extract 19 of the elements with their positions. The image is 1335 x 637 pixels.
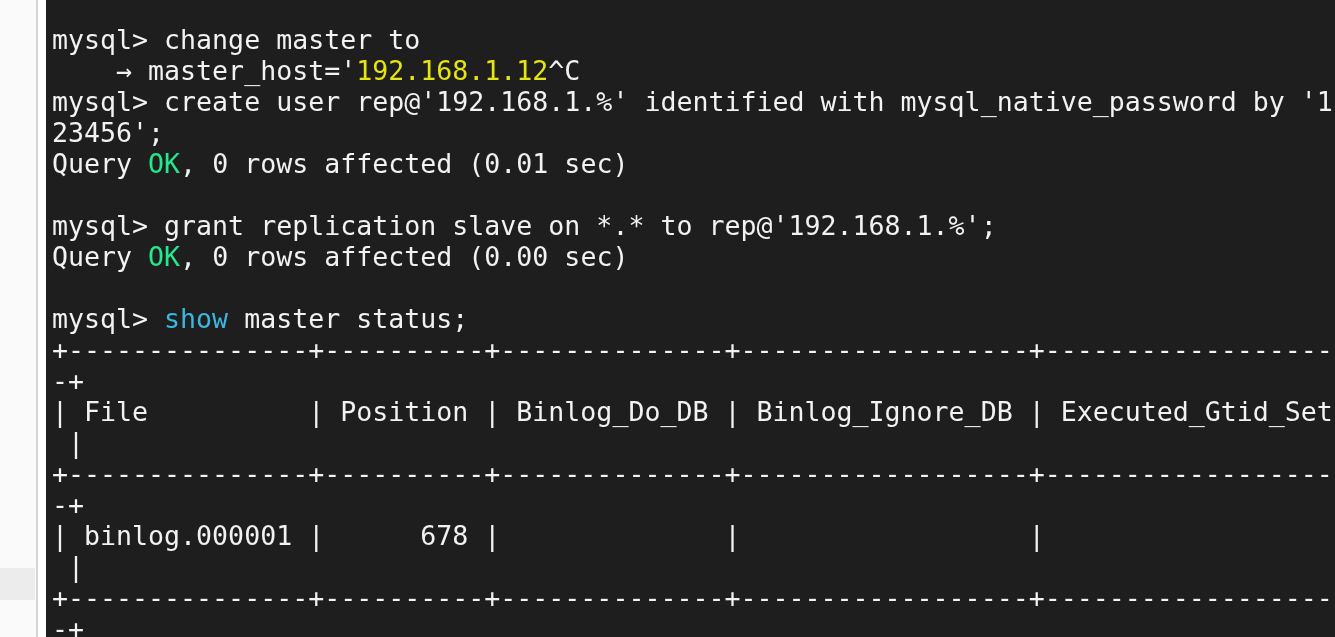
terminal-line: 23456'; (52, 117, 166, 148)
terminal-line: -+ (52, 489, 86, 520)
terminal-line: -+ (52, 613, 86, 637)
terminal-line: | (67, 551, 86, 582)
terminal-line: | (67, 427, 86, 458)
terminal-line: +---------------+----------+--------------+------------------+------------------ (52, 582, 1334, 613)
sidebar-item[interactable] (0, 568, 35, 600)
terminal-line: mysql> grant replication slave on *.* to rep@'192.168.1.%'; (52, 210, 998, 241)
terminal-line: mysql> show master status; (52, 303, 470, 334)
terminal-line: mysql> change master to (52, 24, 422, 55)
terminal-line: Query OK, 0 rows affected (0.00 sec) (52, 241, 630, 272)
terminal-line: +---------------+----------+--------------+------------------+------------------ (52, 458, 1334, 489)
terminal-line: | File | Position | Binlog_Do_DB | Binlog_Ignore_DB | Executed_Gtid_Set (52, 396, 1334, 427)
terminal-line: Query OK, 0 rows affected (0.01 sec) (52, 148, 630, 179)
terminal-line: | binlog.000001 | 678 | | | (52, 520, 1046, 551)
terminal-line: mysql> create user rep@'192.168.1.%' identified with mysql_native_password by '1 (52, 86, 1334, 117)
terminal-line: +---------------+----------+--------------+------------------+------------------ (52, 334, 1334, 365)
terminal-line: → master_host='192.168.1.12^C (115, 55, 582, 86)
terminal-line: -+ (52, 365, 86, 396)
